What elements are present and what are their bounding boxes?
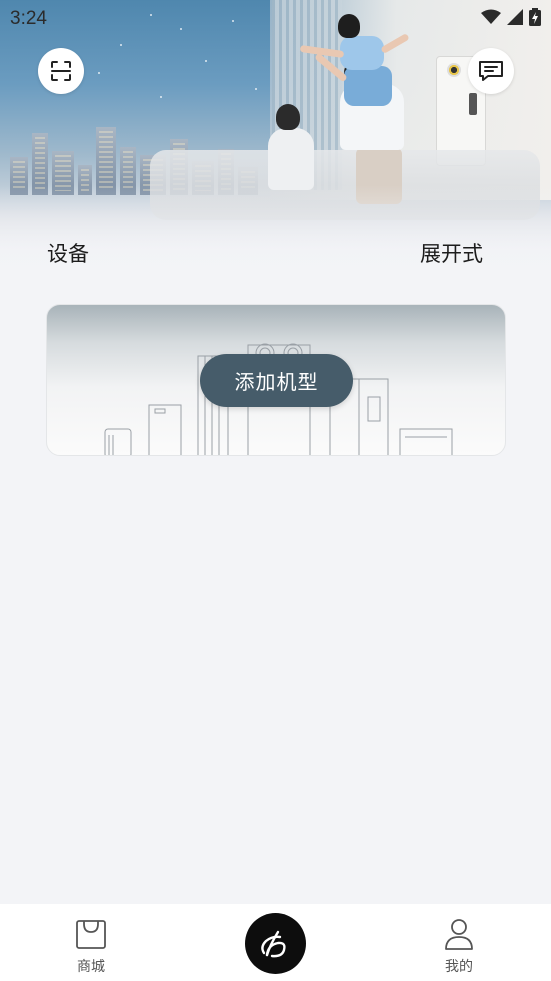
woman-figure	[268, 128, 314, 190]
view-mode-toggle[interactable]: 展开式	[420, 238, 483, 268]
scan-button[interactable]	[38, 48, 84, 94]
message-icon	[479, 61, 503, 81]
tab-mall-label: 商城	[77, 959, 105, 975]
add-model-button[interactable]: 添加机型	[200, 354, 353, 407]
tab-mine-label: 我的	[445, 959, 473, 975]
wifi-icon	[481, 9, 501, 24]
signal-icon	[507, 9, 523, 25]
child-legs	[344, 66, 392, 106]
woman-head	[276, 104, 300, 130]
scan-icon	[51, 61, 71, 81]
devices-title: 设备	[47, 242, 89, 266]
brand-logo-icon	[260, 930, 286, 957]
center-home-button[interactable]	[245, 913, 306, 974]
child-head	[338, 14, 360, 38]
tab-mall[interactable]: 商城	[41, 918, 141, 976]
status-time: 3:24	[10, 8, 47, 29]
message-button[interactable]	[468, 48, 514, 94]
tab-mine[interactable]: 我的	[409, 918, 509, 976]
user-icon	[445, 919, 473, 950]
status-icons	[481, 8, 541, 26]
battery-icon	[529, 8, 541, 26]
shopping-bag-icon	[76, 920, 106, 949]
child-figure	[340, 36, 384, 70]
